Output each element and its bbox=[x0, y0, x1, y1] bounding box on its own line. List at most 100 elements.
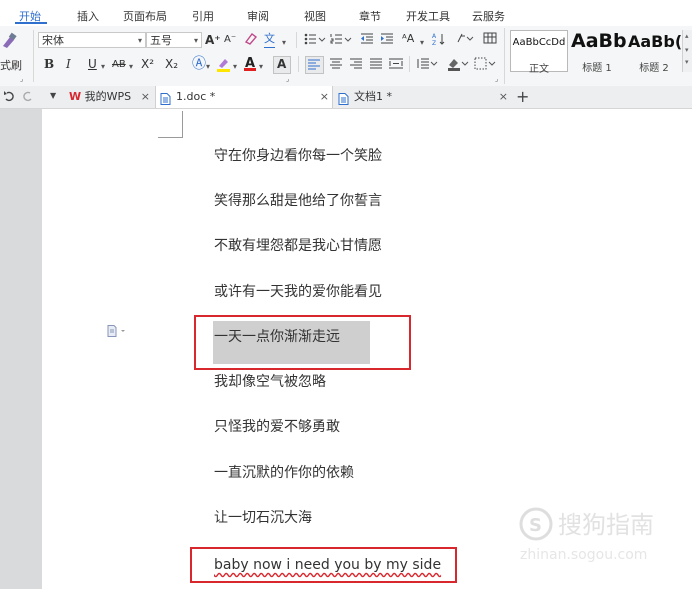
menu-tab-cloud[interactable]: 云服务 bbox=[472, 8, 505, 24]
margin-corner-mark bbox=[158, 137, 183, 138]
font-size-select[interactable]: 五号 ▾ bbox=[146, 32, 202, 48]
dialog-launcher-icon[interactable]: ⌟ bbox=[286, 75, 289, 83]
italic-button[interactable]: I bbox=[66, 56, 71, 72]
chevron-down-icon: ▾ bbox=[206, 62, 211, 71]
char-shading-button[interactable]: A bbox=[273, 56, 291, 74]
ribbon-separator bbox=[409, 56, 410, 72]
style-label: 标题 2 bbox=[639, 63, 669, 74]
menu-tab-review[interactable]: 审阅 bbox=[247, 8, 269, 24]
shading-icon[interactable] bbox=[447, 57, 469, 74]
justify-icon[interactable] bbox=[370, 58, 382, 72]
line-spacing-icon[interactable] bbox=[416, 58, 438, 72]
lyric-line[interactable]: 一直沉默的作你的依赖 bbox=[214, 463, 354, 483]
dialog-launcher-icon[interactable]: ⌟ bbox=[495, 75, 498, 83]
lyric-line[interactable]: 只怪我的爱不够勇敢 bbox=[214, 417, 340, 437]
show-marks-icon[interactable] bbox=[456, 32, 476, 47]
increase-indent-icon[interactable] bbox=[380, 33, 394, 48]
watermark-logo: S 搜狗指南 zhinan.sogou.com bbox=[516, 507, 692, 568]
chevron-down-icon: ▾ bbox=[282, 38, 287, 47]
style-heading-1[interactable]: AaBb 标题 1 bbox=[568, 30, 626, 74]
bold-button[interactable]: B bbox=[44, 56, 54, 72]
margin-corner-mark bbox=[182, 111, 183, 137]
format-painter-icon[interactable] bbox=[0, 32, 18, 53]
ribbon-separator bbox=[298, 56, 299, 72]
ribbon-toolbar: 式刷 宋体 ▾ 五号 ▾ A⁺ A⁻ 文 ▾ ᴬA ▾ AZ B I U ▾ A… bbox=[0, 26, 692, 87]
format-painter-label: 式刷 bbox=[0, 59, 22, 72]
new-tab-button[interactable]: + bbox=[516, 87, 529, 106]
grow-font-button[interactable]: A⁺ bbox=[205, 32, 221, 48]
lyric-line[interactable]: 笑得那么甜是他给了你誓言 bbox=[214, 191, 382, 211]
superscript-button[interactable]: X² bbox=[141, 56, 154, 72]
undo-icon[interactable] bbox=[3, 90, 15, 105]
sort-icon[interactable]: AZ bbox=[432, 32, 446, 49]
numbered-list-icon[interactable] bbox=[330, 33, 352, 48]
chevron-down-icon: ▾ bbox=[137, 36, 142, 45]
tab-1-doc[interactable]: 1.doc * × bbox=[155, 86, 333, 108]
change-case-button[interactable]: ᴬA bbox=[402, 31, 414, 47]
border-icon[interactable] bbox=[474, 57, 496, 73]
paragraph-handle-icon[interactable] bbox=[107, 325, 127, 340]
close-icon[interactable]: × bbox=[141, 86, 150, 108]
close-icon[interactable]: × bbox=[320, 86, 329, 108]
ribbon-separator bbox=[504, 28, 505, 84]
dialog-launcher-icon[interactable]: ⌟ bbox=[20, 75, 23, 83]
chevron-down-icon: ▾ bbox=[420, 38, 425, 47]
chevron-down-icon[interactable]: ▼ bbox=[50, 91, 56, 100]
highlight-color-icon[interactable] bbox=[216, 56, 232, 75]
align-left-icon bbox=[308, 59, 320, 70]
bullet-list-icon[interactable] bbox=[304, 33, 326, 48]
decrease-indent-icon[interactable] bbox=[360, 33, 374, 48]
align-center-icon[interactable] bbox=[330, 58, 342, 72]
menu-tab-references[interactable]: 引用 bbox=[192, 8, 214, 24]
subscript-button[interactable]: X₂ bbox=[165, 56, 178, 72]
chevron-down-icon: ▾ bbox=[685, 46, 689, 54]
highlight-box-english bbox=[190, 547, 457, 583]
lyric-line[interactable]: 让一切石沉大海 bbox=[214, 508, 312, 528]
tab-document-1[interactable]: 文档1 * × bbox=[334, 86, 512, 108]
style-sample: AaBbCcDd bbox=[512, 37, 566, 48]
style-label: 正文 bbox=[529, 64, 549, 75]
clear-format-icon[interactable] bbox=[244, 32, 258, 49]
pinyin-guide-button[interactable]: 文 bbox=[264, 31, 275, 48]
style-normal[interactable]: AaBbCcDd 正文 bbox=[510, 30, 568, 75]
close-icon[interactable]: × bbox=[499, 86, 508, 108]
align-right-icon[interactable] bbox=[350, 58, 362, 72]
text-effects-button[interactable]: Ⓐ bbox=[192, 56, 206, 72]
chevron-down-icon: ▾ bbox=[193, 36, 198, 45]
document-tab-bar: ▼ W 我的WPS × 1.doc * × 文档1 * × + bbox=[0, 86, 692, 109]
menu-tab-insert[interactable]: 插入 bbox=[77, 8, 99, 24]
menu-tab-page-layout[interactable]: 页面布局 bbox=[123, 8, 167, 24]
svg-text:搜狗指南: 搜狗指南 bbox=[558, 511, 654, 539]
lyric-line[interactable]: 或许有一天我的爱你能看见 bbox=[214, 282, 382, 302]
style-heading-2[interactable]: AaBb( 标题 2 bbox=[626, 30, 682, 74]
active-tab-indicator bbox=[15, 22, 47, 24]
table-icon[interactable] bbox=[483, 32, 497, 47]
menu-tab-chapter[interactable]: 章节 bbox=[359, 8, 381, 24]
left-gutter bbox=[0, 109, 42, 589]
tab-label: 我的WPS bbox=[84, 90, 132, 103]
underline-button[interactable]: U bbox=[88, 56, 97, 72]
menu-tab-view[interactable]: 视图 bbox=[304, 8, 326, 24]
svg-text:S: S bbox=[529, 515, 542, 536]
chevron-down-icon: ▾ bbox=[233, 62, 238, 71]
highlight-box-selection bbox=[194, 315, 411, 370]
ribbon-separator bbox=[33, 30, 34, 82]
shrink-font-button[interactable]: A⁻ bbox=[224, 32, 236, 48]
lyric-line[interactable]: 不敢有埋怨都是我心甘情愿 bbox=[214, 236, 382, 256]
align-left-button[interactable] bbox=[305, 56, 324, 74]
font-name-select[interactable]: 宋体 ▾ bbox=[38, 32, 146, 48]
style-sample: AaBb bbox=[571, 30, 626, 52]
style-gallery-scroll[interactable]: ▴ ▾ ▾ bbox=[682, 30, 692, 72]
distribute-icon[interactable] bbox=[389, 58, 403, 72]
redo-icon[interactable] bbox=[22, 90, 34, 105]
tab-my-wps[interactable]: W 我的WPS × bbox=[66, 86, 152, 108]
menu-tab-developer[interactable]: 开发工具 bbox=[406, 8, 450, 24]
tab-label: 1.doc * bbox=[176, 90, 216, 103]
font-size-value: 五号 bbox=[150, 34, 172, 47]
style-label: 标题 1 bbox=[582, 63, 612, 74]
lyric-line[interactable]: 我却像空气被忽略 bbox=[214, 372, 326, 392]
strikethrough-button[interactable]: AB bbox=[112, 57, 126, 73]
font-color-icon[interactable]: A bbox=[243, 55, 257, 75]
svg-text:Z: Z bbox=[432, 40, 436, 46]
lyric-line[interactable]: 守在你身边看你每一个笑脸 bbox=[214, 146, 382, 166]
